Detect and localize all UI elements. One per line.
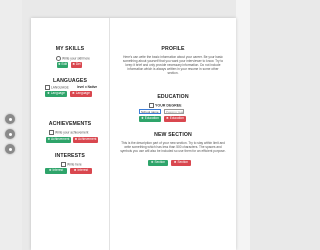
delete-label: Del	[75, 62, 81, 66]
achievement-text[interactable]: Write your achievement	[55, 130, 88, 134]
checkbox-icon[interactable]	[49, 130, 54, 135]
dot-icon	[8, 147, 12, 151]
delete-interest-label: Interest	[77, 168, 89, 172]
skill-item[interactable]: Write your skill here	[56, 56, 90, 61]
circle-icon[interactable]	[5, 129, 15, 139]
add-interest-button[interactable]: ✚ Interest	[45, 168, 67, 174]
left-toolbar	[0, 0, 22, 250]
add-language-label: Language	[50, 91, 65, 95]
new-section-text[interactable]: This is the description part of your new…	[120, 141, 226, 153]
delete-language-label: Language	[75, 91, 90, 95]
right-column: PROFILE Here's can write the basic infor…	[110, 18, 236, 250]
degree-item[interactable]: YOUR DEGREE	[149, 103, 182, 108]
degree-text[interactable]: YOUR DEGREE	[155, 103, 182, 107]
add-education-label: Education	[144, 116, 159, 120]
checkbox-icon[interactable]	[45, 85, 50, 90]
profile-text[interactable]: Here's can write the basic information a…	[122, 55, 224, 75]
delete-achievement-label: Achievement	[77, 137, 97, 141]
resume-page: MY SKILLS Write your skill here ✚ Edit ✖…	[31, 18, 236, 250]
add-interest-label: Interest	[52, 168, 64, 172]
skills-title: MY SKILLS	[55, 46, 85, 52]
delete-education-label: Education	[169, 116, 184, 120]
add-achievement-label: Achievement	[50, 137, 70, 141]
language-item[interactable]: LANGUAGE	[45, 85, 69, 90]
circle-icon[interactable]	[5, 144, 15, 154]
interest-item[interactable]: Write here	[61, 162, 82, 167]
circle-icon[interactable]	[5, 114, 15, 124]
delete-section-button[interactable]: ✖ Section	[171, 160, 191, 166]
checkbox-icon[interactable]	[61, 162, 66, 167]
delete-language-button[interactable]: ✖ Language	[70, 91, 92, 97]
delete-achievement-button[interactable]: ✖ Achievement	[73, 137, 98, 143]
languages-title: LANGUAGES	[52, 78, 88, 84]
add-section-button[interactable]: ✚ Section	[148, 160, 168, 166]
delete-interest-button[interactable]: ✖ Interest	[70, 168, 92, 174]
add-section-label: Section	[154, 160, 166, 164]
left-column: MY SKILLS Write your skill here ✚ Edit ✖…	[31, 18, 110, 250]
language-level[interactable]: level x Native	[77, 85, 97, 89]
radio-icon[interactable]	[56, 56, 61, 61]
profile-title: PROFILE	[161, 46, 185, 52]
add-achievement-button[interactable]: ✚ Achievement	[46, 137, 71, 143]
skill-text[interactable]: Write your skill here	[62, 56, 90, 60]
new-section-title: NEW SECTION	[154, 132, 192, 138]
delete-section-label: Section	[177, 160, 189, 164]
edit-label: Edit	[61, 62, 68, 66]
education-title: EDUCATION	[157, 94, 189, 100]
language-name[interactable]: LANGUAGE	[51, 85, 69, 89]
passing-year-field[interactable]: Passing Year	[164, 109, 184, 114]
add-education-button[interactable]: ✚ Education	[139, 116, 161, 122]
checkbox-icon[interactable]	[149, 103, 154, 108]
delete-education-button[interactable]: ✖ Education	[164, 116, 186, 122]
interests-title: INTERESTS	[54, 153, 85, 159]
achievements-title: ACHIEVEMENTS	[48, 121, 92, 127]
dot-icon	[8, 117, 12, 121]
delete-skill-button[interactable]: ✖ Del	[71, 62, 82, 68]
interest-text[interactable]: Write here	[67, 162, 82, 166]
edit-skill-button[interactable]: ✚ Edit	[57, 62, 68, 68]
right-scrollbar[interactable]	[236, 0, 250, 250]
achievement-item[interactable]: Write your achievement	[49, 130, 88, 135]
dot-icon	[8, 132, 12, 136]
school-name-field[interactable]: School name	[139, 109, 161, 114]
add-language-button[interactable]: ✚ Language	[45, 91, 67, 97]
